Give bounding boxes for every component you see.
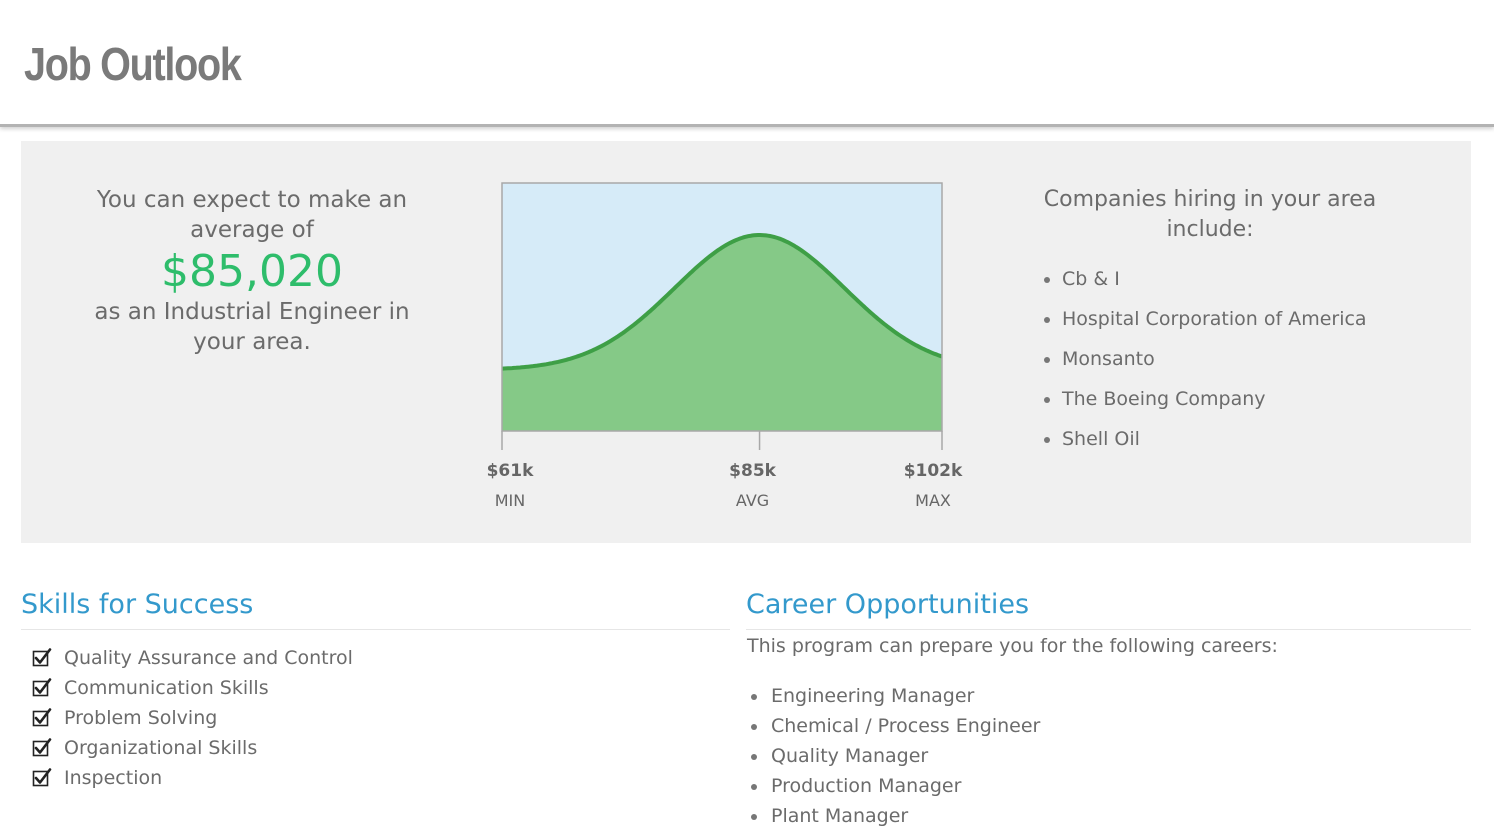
skill-item: Inspection [32,763,353,793]
salary-distribution-chart: $61k MIN $85k AVG $102k MAX [487,182,963,510]
careers-section-title: Career Opportunities [746,589,1030,620]
career-item: Production Manager [750,771,1040,801]
skill-item: Organizational Skills [32,733,353,763]
companies-heading-line1: Companies hiring in your area [1043,187,1377,212]
companies-list: Cb & I Hospital Corporation of America M… [1025,259,1395,459]
company-item: Hospital Corporation of America [1042,299,1395,339]
skill-label: Organizational Skills [64,737,258,759]
checkbox-checked-icon [32,678,52,697]
careers-intro: This program can prepare you for the fol… [747,635,1278,657]
average-salary-value: $85,020 [161,246,343,297]
x-tick-label: $61k [487,461,534,481]
company-item: Shell Oil [1042,419,1395,459]
companies-heading-line2: include: [1166,217,1254,242]
x-tick-label: $85k [729,461,776,481]
skill-label: Inspection [64,767,163,789]
salary-intro-line1: You can expect to make an [96,187,408,213]
company-item: The Boeing Company [1042,379,1395,419]
salary-outro-line1: as an Industrial Engineer in [94,299,410,325]
salary-summary: You can expect to make an average of $85… [71,185,433,357]
career-item: Engineering Manager [750,681,1040,711]
page-title: Job Outlook [24,38,242,90]
company-item: Cb & I [1042,259,1395,299]
careers-list: Engineering Manager Chemical / Process E… [750,681,1040,831]
skill-label: Quality Assurance and Control [64,647,353,669]
x-tick-caption: AVG [736,491,769,510]
companies-heading: Companies hiring in your area include: [1025,185,1395,245]
x-tick-caption: MAX [915,491,951,510]
checkbox-checked-icon [32,738,52,757]
company-item: Monsanto [1042,339,1395,379]
salary-outro-line2: your area. [193,329,311,355]
page-header: Job Outlook [0,0,1494,127]
skill-label: Problem Solving [64,707,218,729]
career-item: Chemical / Process Engineer [750,711,1040,741]
checkbox-checked-icon [32,708,52,727]
skill-label: Communication Skills [64,677,269,699]
skill-item: Quality Assurance and Control [32,643,353,673]
careers-divider [746,629,1471,630]
skill-item: Communication Skills [32,673,353,703]
skill-item: Problem Solving [32,703,353,733]
career-item: Plant Manager [750,801,1040,831]
skills-list: Quality Assurance and Control Communicat… [32,643,353,793]
skills-divider [21,629,730,630]
skills-section-title: Skills for Success [21,589,254,620]
career-item: Quality Manager [750,741,1040,771]
x-tick-caption: MIN [495,491,526,510]
x-tick-label: $102k [904,461,963,481]
checkbox-checked-icon [32,768,52,787]
companies-hiring: Companies hiring in your area include: C… [1025,185,1395,459]
checkbox-checked-icon [32,648,52,667]
salary-intro-line2: average of [190,217,314,243]
salary-panel: You can expect to make an average of $85… [21,141,1471,543]
